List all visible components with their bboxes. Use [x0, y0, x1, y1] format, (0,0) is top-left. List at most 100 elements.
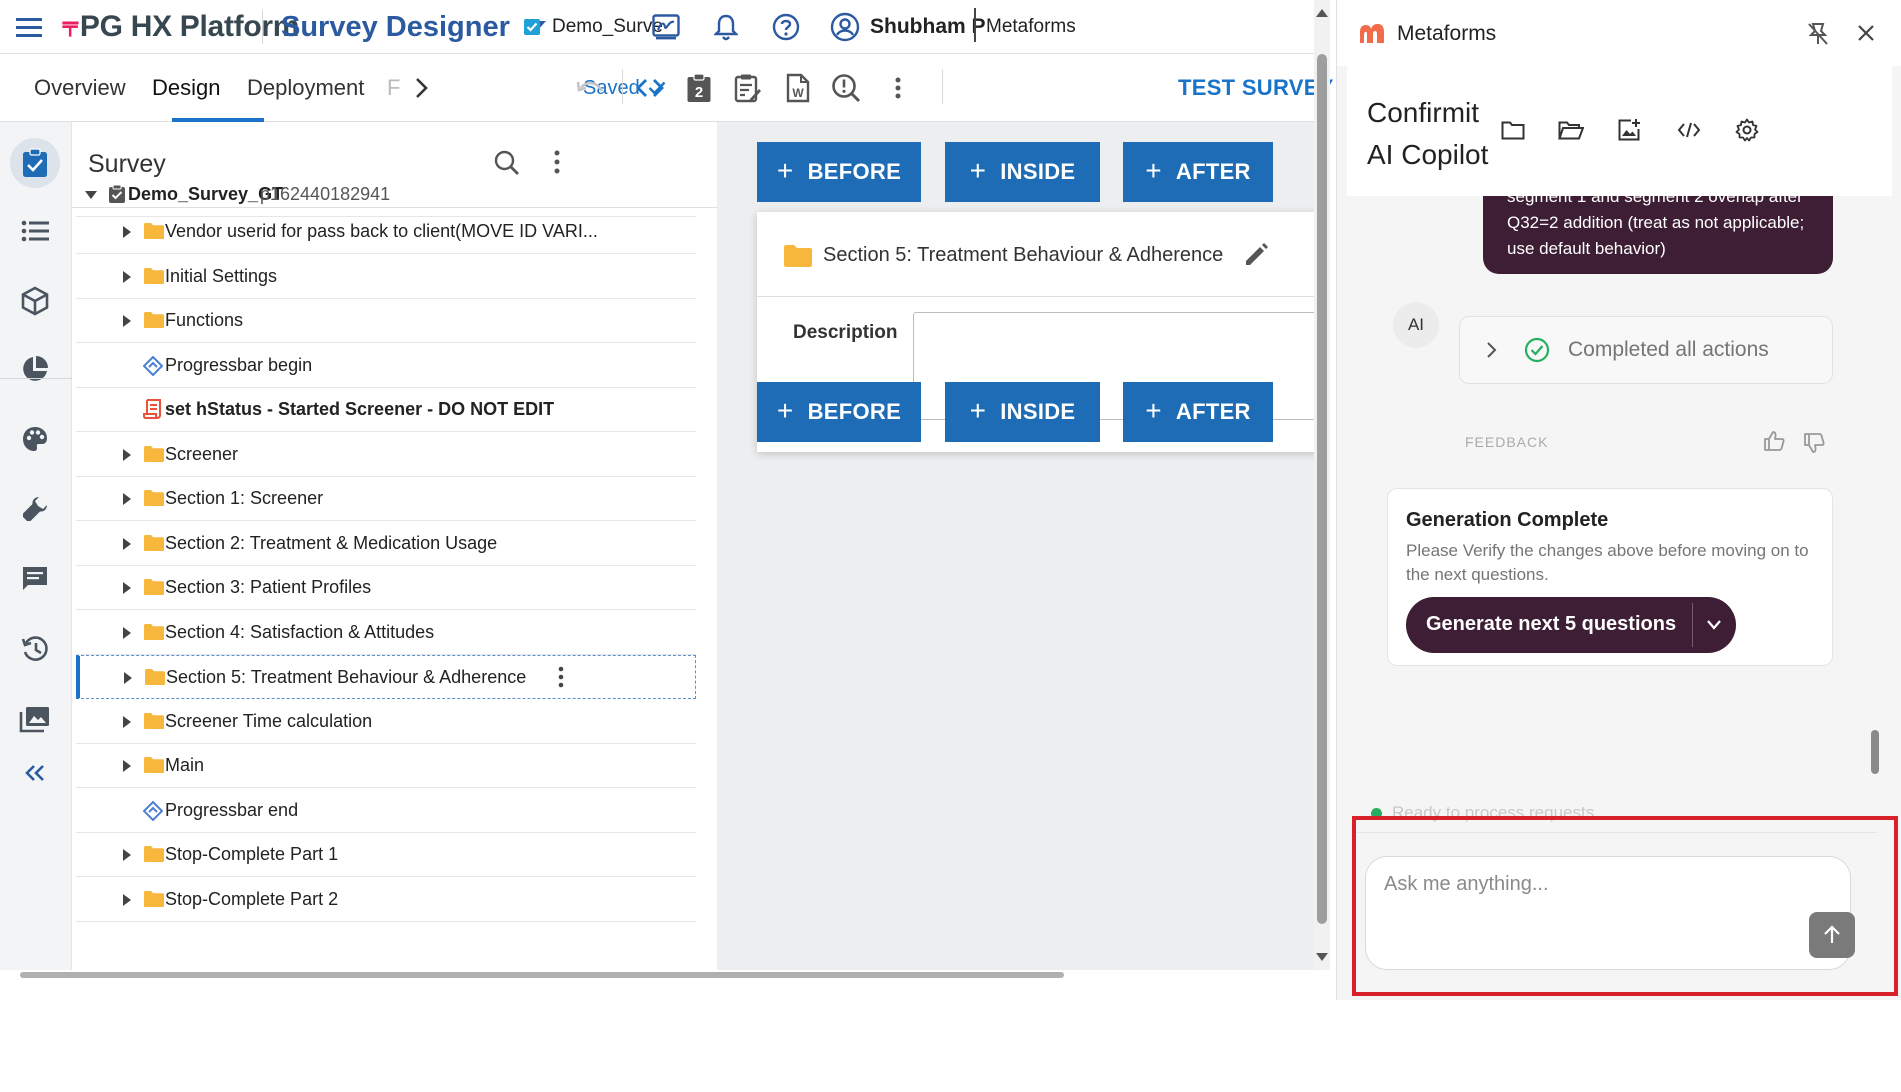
clipboard-number-icon[interactable]: 2	[681, 70, 717, 106]
tree-item[interactable]: Functions	[76, 299, 696, 343]
pie-chart-icon[interactable]	[10, 344, 60, 394]
tree-item-label: Section 5: Treatment Behaviour & Adheren…	[166, 666, 527, 687]
copilot-scrollbar-thumb[interactable]	[1871, 730, 1879, 774]
tree-item-label: Stop-Complete Part 1	[165, 844, 339, 864]
tree-item-label: Vendor userid for pass back to client(MO…	[165, 221, 598, 241]
unpin-icon[interactable]	[1807, 22, 1829, 46]
expand-toggle-icon[interactable]	[120, 581, 134, 595]
insert-before-button-bottom[interactable]: + BEFORE	[757, 382, 921, 442]
media-library-icon[interactable]	[10, 694, 60, 744]
search-issues-icon[interactable]	[828, 70, 864, 106]
tabs-scroll-right-icon[interactable]	[404, 70, 440, 106]
horizontal-scrollbar-thumb[interactable]	[20, 972, 1064, 978]
help-icon[interactable]	[772, 0, 800, 54]
tree-item[interactable]: Vendor userid for pass back to client(MO…	[76, 210, 696, 254]
expand-toggle-icon[interactable]	[120, 270, 134, 284]
tree-item[interactable]: Progressbar begin	[76, 344, 696, 388]
comments-icon[interactable]	[10, 554, 60, 604]
edit-list-icon[interactable]	[730, 70, 766, 106]
notifications-bell-icon[interactable]	[714, 0, 738, 54]
tree-item[interactable]: Screener	[76, 433, 696, 477]
actions-summary[interactable]: Completed all actions	[1459, 316, 1833, 384]
palette-icon[interactable]	[10, 414, 60, 464]
copilot-scrollbar[interactable]	[1869, 196, 1879, 776]
edit-pencil-icon[interactable]	[1243, 242, 1269, 268]
folder-icon	[144, 668, 168, 688]
tree-item[interactable]: Screener Time calculation	[76, 700, 696, 744]
tab-deployment[interactable]: Deployment	[247, 54, 364, 122]
tree-item[interactable]: Main	[76, 744, 696, 788]
tab-design[interactable]: Design	[152, 54, 220, 122]
insert-before-button[interactable]: + BEFORE	[757, 142, 921, 202]
user-avatar-icon	[830, 12, 860, 42]
org-name[interactable]: Metaforms	[986, 0, 1076, 54]
close-icon[interactable]	[1857, 24, 1875, 42]
expand-toggle-icon[interactable]	[120, 893, 134, 907]
expand-toggle-icon[interactable]	[84, 188, 98, 202]
user-menu[interactable]: Shubham P	[830, 0, 986, 54]
module-selector[interactable]: Survey Designer	[281, 0, 546, 54]
chevron-down-icon[interactable]	[1706, 619, 1722, 631]
tree-item[interactable]: Section 1: Screener	[76, 477, 696, 521]
collapse-panel-icon[interactable]	[10, 748, 60, 798]
more-options-icon[interactable]	[880, 70, 916, 106]
expand-toggle-icon[interactable]	[120, 715, 134, 729]
questions-list-icon[interactable]	[10, 206, 60, 256]
expand-toggle-icon[interactable]	[120, 848, 134, 862]
insert-inside-button-bottom[interactable]: + INSIDE	[945, 382, 1100, 442]
thumbs-down-icon[interactable]	[1803, 432, 1825, 454]
tree-item[interactable]: Initial Settings	[76, 255, 696, 299]
tree-item[interactable]: Section 4: Satisfaction & Attitudes	[76, 611, 696, 655]
brand-logo[interactable]: ⫧ PG HX Platform	[62, 0, 299, 54]
expand-toggle-icon[interactable]	[120, 225, 134, 239]
user-message-bubble: segment 1 and segment 2 overlap after Q3…	[1483, 196, 1833, 274]
survey-checklist-icon[interactable]	[10, 138, 60, 188]
tree-item[interactable]: Section 2: Treatment & Medication Usage	[76, 522, 696, 566]
hamburger-menu-icon[interactable]	[16, 0, 42, 54]
insert-after-button-bottom[interactable]: + AFTER	[1123, 382, 1273, 442]
tab-truncated[interactable]: F	[387, 54, 400, 122]
new-folder-icon[interactable]	[1497, 114, 1529, 146]
code-view-icon[interactable]	[632, 70, 668, 106]
word-export-icon[interactable]: W	[780, 70, 816, 106]
tree-item[interactable]: Stop-Complete Part 2	[76, 878, 696, 922]
tree-item[interactable]: Progressbar end	[76, 789, 696, 833]
insert-after-button[interactable]: + AFTER	[1123, 142, 1273, 202]
tree-item[interactable]: Stop-Complete Part 1	[76, 833, 696, 877]
generation-title: Generation Complete	[1406, 509, 1609, 531]
insert-inside-button[interactable]: + INSIDE	[945, 142, 1100, 202]
tree-item[interactable]: set hStatus - Started Screener - DO NOT …	[76, 388, 696, 432]
tab-overview[interactable]: Overview	[34, 54, 126, 122]
page-scrollbar-thumb[interactable]	[1317, 54, 1327, 924]
test-survey-button[interactable]: TEST SURVEY	[1178, 54, 1334, 122]
description-label: Description	[793, 322, 898, 343]
tree-more-icon[interactable]	[554, 150, 560, 174]
expand-toggle-icon[interactable]	[120, 492, 134, 506]
signature-icon[interactable]	[652, 0, 680, 54]
expand-toggle-icon[interactable]	[120, 626, 134, 640]
expand-toggle-icon[interactable]	[120, 537, 134, 551]
history-icon[interactable]	[10, 624, 60, 674]
thumbs-up-icon[interactable]	[1763, 430, 1785, 452]
folder-icon	[143, 578, 167, 598]
wrench-icon[interactable]	[10, 484, 60, 534]
survey-name-chip[interactable]: Demo_Surve	[522, 0, 663, 54]
expand-toggle-icon[interactable]	[120, 314, 134, 328]
tree-item-selected[interactable]: Section 5: Treatment Behaviour & Adheren…	[76, 655, 696, 699]
tree-item[interactable]: Section 3: Patient Profiles	[76, 566, 696, 610]
row-more-icon[interactable]	[558, 666, 564, 688]
expand-toggle-icon[interactable]	[120, 759, 134, 773]
open-folder-icon[interactable]	[1555, 114, 1587, 146]
cube-icon[interactable]	[10, 276, 60, 326]
expand-toggle-icon[interactable]	[120, 448, 134, 462]
folder-icon	[143, 890, 167, 910]
add-image-icon[interactable]	[1613, 114, 1645, 146]
copilot-header: Metaforms	[1337, 0, 1901, 66]
code-icon[interactable]	[1673, 114, 1705, 146]
expand-toggle-icon[interactable]	[121, 671, 135, 685]
settings-gear-icon[interactable]	[1731, 114, 1763, 146]
generate-next-questions-button[interactable]: Generate next 5 questions	[1406, 597, 1736, 653]
undo-icon[interactable]	[572, 70, 608, 106]
folder-icon	[143, 311, 167, 331]
chevron-right-icon[interactable]	[1486, 341, 1498, 359]
